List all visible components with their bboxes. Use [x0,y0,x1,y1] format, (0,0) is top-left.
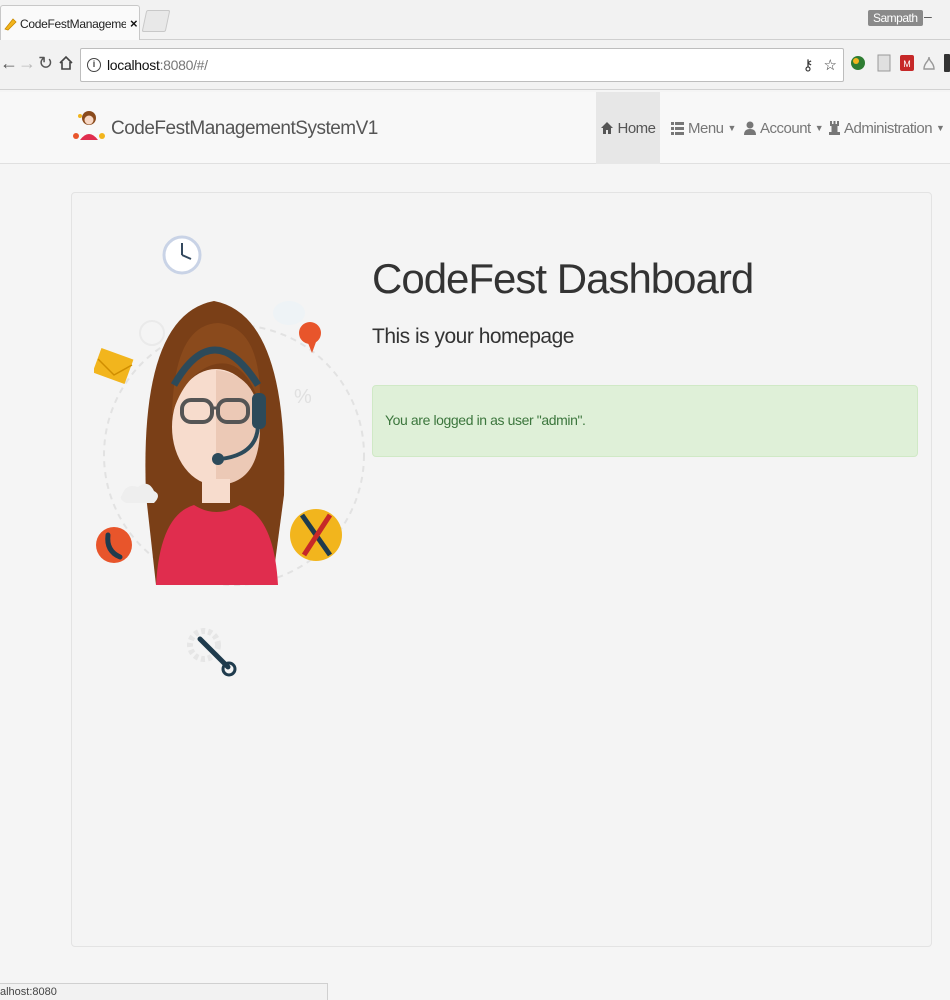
brand-name[interactable]: CodeFestManagementSystemV1 [111,118,378,140]
nav-administration-label: Administration [844,119,933,137]
key-icon[interactable]: ⚷ [803,56,814,74]
browser-status-bar: alhost:8080 [0,983,328,1000]
url-host: localhost [107,57,160,73]
mail-icon [94,347,134,385]
address-bar[interactable]: i localhost:8080/#/ ⚷ ☆ [80,48,844,82]
user-icon [744,121,756,135]
mega-extension-icon[interactable]: M [899,54,915,72]
browser-toolbar: ← → ↻ i localhost:8080/#/ ⚷ ☆ M [0,40,950,90]
nav-account[interactable]: Account ▼ [744,92,824,164]
app-navbar: CodeFestManagementSystemV1 Home Menu ▼ A… [0,92,950,164]
app-favicon-icon [4,17,17,30]
globe-extension-icon[interactable] [850,54,866,72]
svg-text:M: M [903,59,911,69]
profile-button[interactable]: Sampath [868,10,923,26]
browser-tab[interactable]: CodeFestManagementSy × [0,5,140,41]
tools-icon [290,509,342,561]
nav-home[interactable]: Home [596,92,660,164]
caret-down-icon: ▼ [936,123,945,133]
home-page-icon[interactable] [58,55,74,71]
chat-icon [273,301,321,353]
page-subtitle: This is your homepage [372,325,574,348]
minimize-window-icon[interactable]: – [924,8,932,24]
page-title: CodeFest Dashboard [372,255,754,302]
nav-administration[interactable]: Administration ▼ [829,92,945,164]
menu-icon[interactable] [944,54,950,72]
wrench-icon [187,628,237,677]
svg-text:%: % [294,386,312,408]
caret-down-icon: ▼ [727,123,737,133]
login-status-alert: You are logged in as user "admin". [372,385,918,457]
site-info-icon[interactable]: i [87,58,101,72]
home-icon [601,122,614,134]
forward-arrow-icon[interactable]: → [18,53,36,74]
brand-logo-icon[interactable] [72,106,106,146]
caret-down-icon: ▼ [814,123,824,133]
back-arrow-icon[interactable]: ← [0,53,18,74]
tower-icon [829,121,840,135]
nav-account-label: Account [760,119,811,137]
list-icon [671,121,684,135]
clock-icon [162,235,202,275]
url-path: :8080/#/ [159,57,209,73]
nav-home-label: Home [617,119,656,137]
nav-menu[interactable]: Menu ▼ [671,92,736,164]
tab-title: CodeFestManagementSy [20,16,126,31]
dashboard-panel: % CodeFest Dashboard This is your homepa… [71,192,932,947]
reload-icon[interactable]: ↻ [38,53,53,74]
support-agent-illustration: % [94,235,365,677]
phone-icon [96,527,132,563]
bookmark-star-icon[interactable]: ☆ [824,56,837,74]
nav-menu-label: Menu [688,119,724,137]
browser-tabstrip: CodeFestManagementSy × Sampath – [0,0,950,41]
extension-icon[interactable] [921,54,937,72]
tab-close-icon[interactable]: × [130,16,138,31]
pdf-extension-icon[interactable] [876,54,892,72]
new-tab-button[interactable] [141,10,171,32]
